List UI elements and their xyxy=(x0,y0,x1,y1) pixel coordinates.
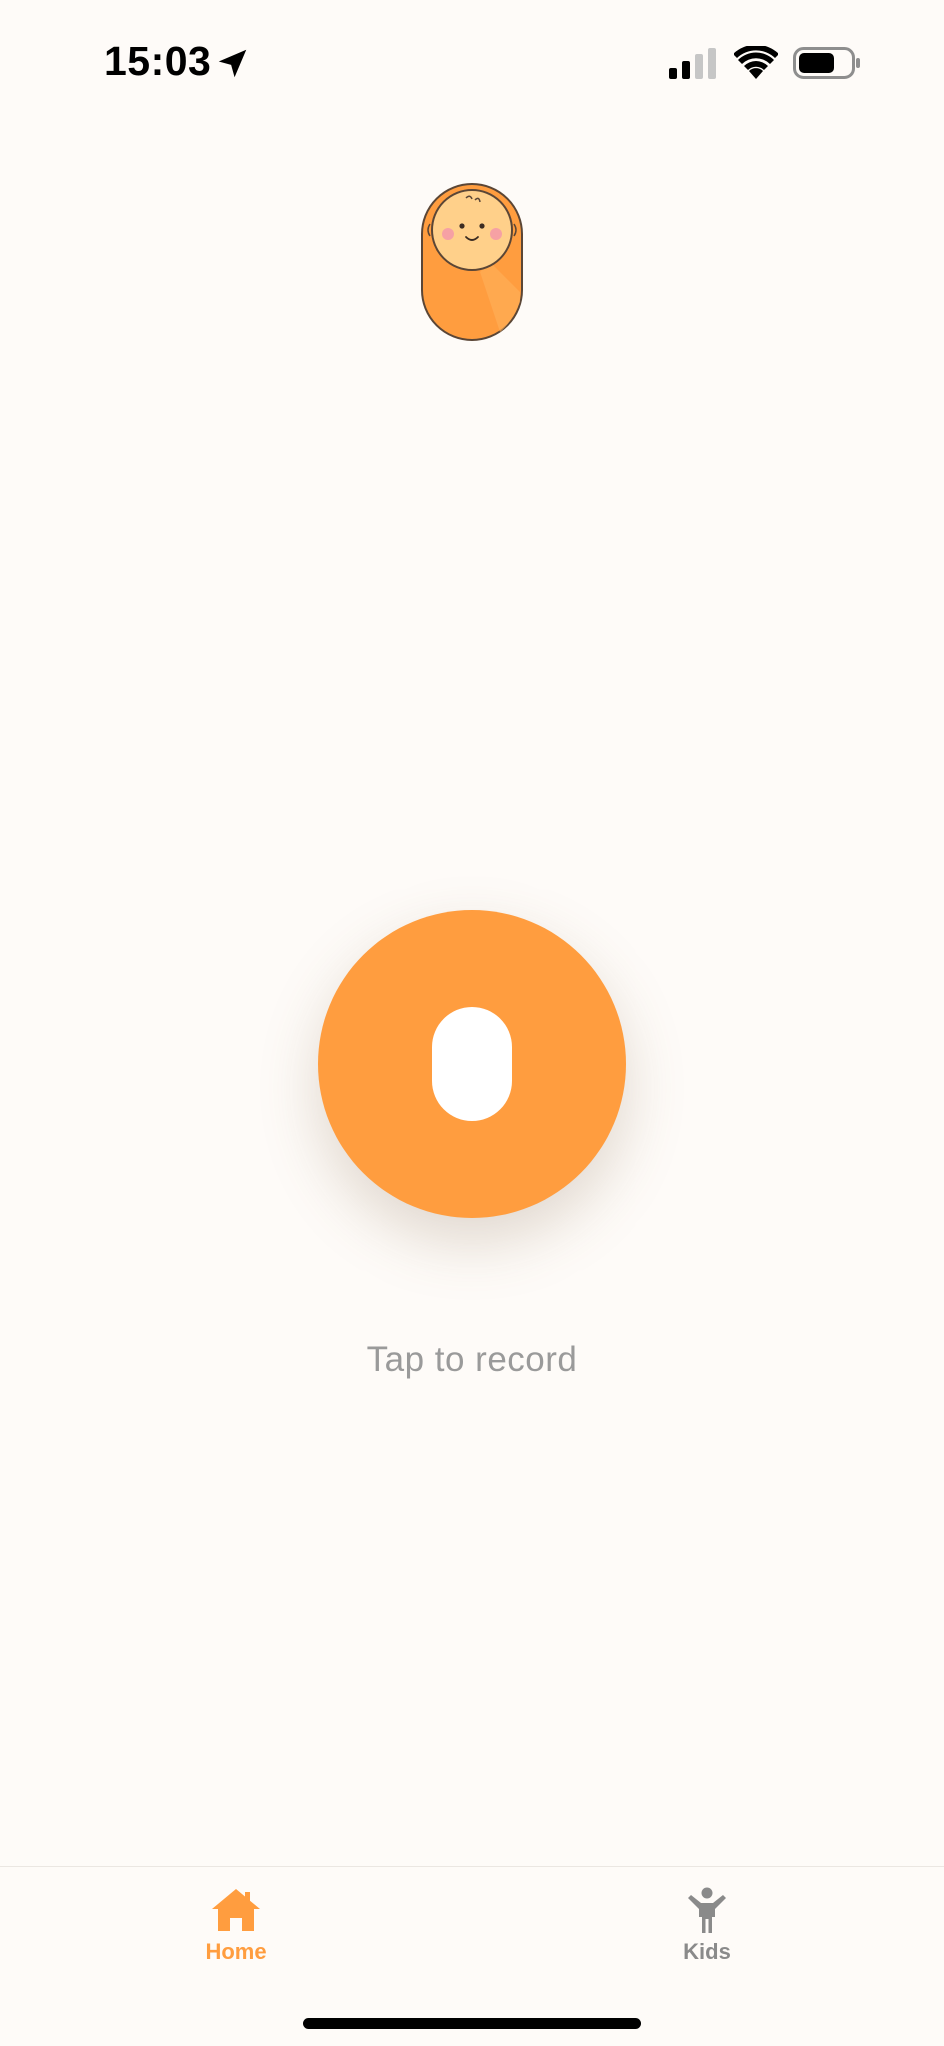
status-bar: 15:03 xyxy=(0,0,944,130)
home-icon xyxy=(212,1889,260,1931)
home-screen: 15:03 Tap to record Home Kids xyxy=(0,0,944,2046)
cellular-signal-icon xyxy=(669,48,716,79)
battery-icon xyxy=(793,47,860,79)
swaddled-baby-icon xyxy=(421,183,523,341)
record-icon xyxy=(432,1007,512,1121)
record-hint-text: Tap to record xyxy=(366,1340,578,1379)
child-icon xyxy=(688,1887,726,1933)
status-time: 15:03 xyxy=(104,38,212,84)
record-button[interactable] xyxy=(318,910,626,1218)
tab-home[interactable]: Home xyxy=(156,1887,316,1977)
tab-kids[interactable]: Kids xyxy=(627,1887,787,1977)
home-indicator xyxy=(303,2018,641,2029)
wifi-icon xyxy=(734,46,778,79)
location-arrow-icon xyxy=(218,49,247,78)
tab-kids-label: Kids xyxy=(683,1939,731,1964)
tab-home-label: Home xyxy=(205,1939,267,1964)
